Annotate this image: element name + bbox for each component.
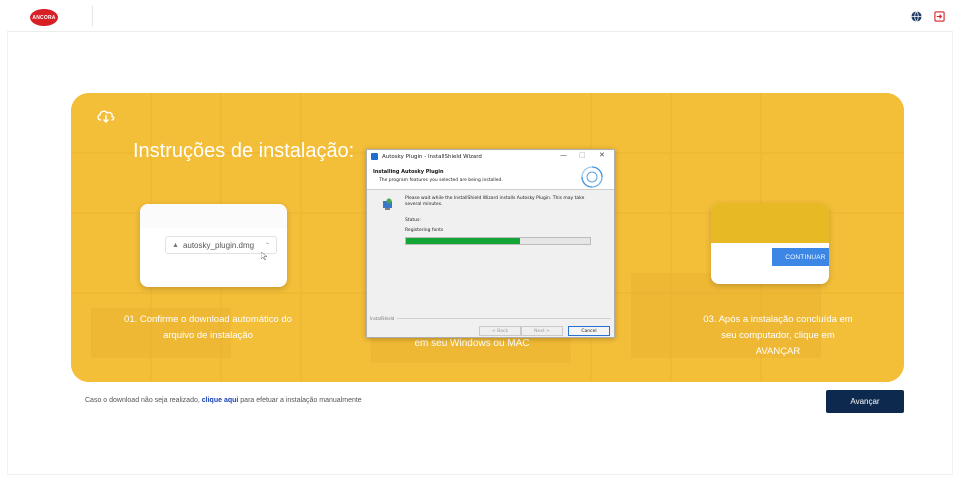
- chevron-up-icon[interactable]: ⌃: [265, 242, 270, 249]
- cancel-button[interactable]: Cancel: [568, 326, 610, 336]
- logout-icon[interactable]: [934, 11, 945, 22]
- dialog-title: Autosky Plugin - InstallShield Wizard: [382, 153, 482, 160]
- dialog-subheading: The program features you selected are be…: [379, 178, 503, 183]
- next-button[interactable]: Next >: [521, 326, 563, 336]
- note-prefix: Caso o download não seja realizado,: [85, 397, 200, 404]
- step3-card: CONTINUAR: [711, 203, 829, 284]
- installshield-footer-label: InstallShield: [370, 316, 395, 321]
- step2-text: em seu Windows ou MAC: [414, 338, 530, 349]
- continuar-button[interactable]: CONTINUAR: [772, 248, 829, 266]
- step3-card-header: [711, 203, 829, 243]
- dialog-message: Please wait while the InstallShield Wiza…: [405, 196, 585, 207]
- dialog-titlebar: Autosky Plugin - InstallShield Wizard — …: [367, 150, 614, 163]
- cursor-icon: [261, 252, 267, 260]
- close-icon[interactable]: ✕: [599, 151, 605, 159]
- installshield-spinner-icon: [581, 166, 603, 188]
- install-progress-bar: [405, 237, 591, 245]
- setup-computer-icon: [383, 198, 392, 210]
- ancora-logo[interactable]: ANCORA: [30, 9, 58, 26]
- install-progress-fill: [406, 238, 521, 244]
- manual-install-link[interactable]: clique aqui: [202, 397, 239, 404]
- file-icon: ▲: [172, 241, 179, 249]
- step1-card: ▲ autosky_plugin.dmg ⌃: [140, 204, 287, 287]
- installshield-dialog: Autosky Plugin - InstallShield Wizard — …: [366, 149, 615, 338]
- dialog-header: Installing Autosky Plugin The program fe…: [367, 163, 614, 190]
- footer-divider: [397, 318, 611, 319]
- status-value: Registering fonts: [405, 228, 444, 233]
- dialog-heading: Installing Autosky Plugin: [373, 169, 444, 175]
- browser-bar: [140, 204, 287, 228]
- cloud-download-icon: [97, 110, 115, 123]
- header-divider: [92, 6, 93, 26]
- top-bar: ANCORA: [0, 0, 960, 31]
- download-file-name: autosky_plugin.dmg: [182, 240, 255, 250]
- note-suffix: para efetuar a instalação manualmente: [240, 397, 362, 404]
- step1-text: 01. Confirme o download automático do ar…: [124, 314, 292, 341]
- step3-text: 03. Após a instalação concluída em seu c…: [703, 314, 853, 357]
- status-label: Status:: [405, 218, 421, 223]
- back-button[interactable]: < Back: [479, 326, 521, 336]
- avancar-button[interactable]: Avançar: [826, 390, 904, 413]
- minimize-icon[interactable]: —: [560, 151, 567, 159]
- manual-install-note: Caso o download não seja realizado, cliq…: [85, 397, 362, 404]
- installer-app-icon: [371, 153, 378, 160]
- maximize-icon[interactable]: □: [579, 151, 586, 159]
- globe-icon[interactable]: [911, 11, 922, 22]
- banner-title: Instruções de instalação:: [133, 140, 355, 162]
